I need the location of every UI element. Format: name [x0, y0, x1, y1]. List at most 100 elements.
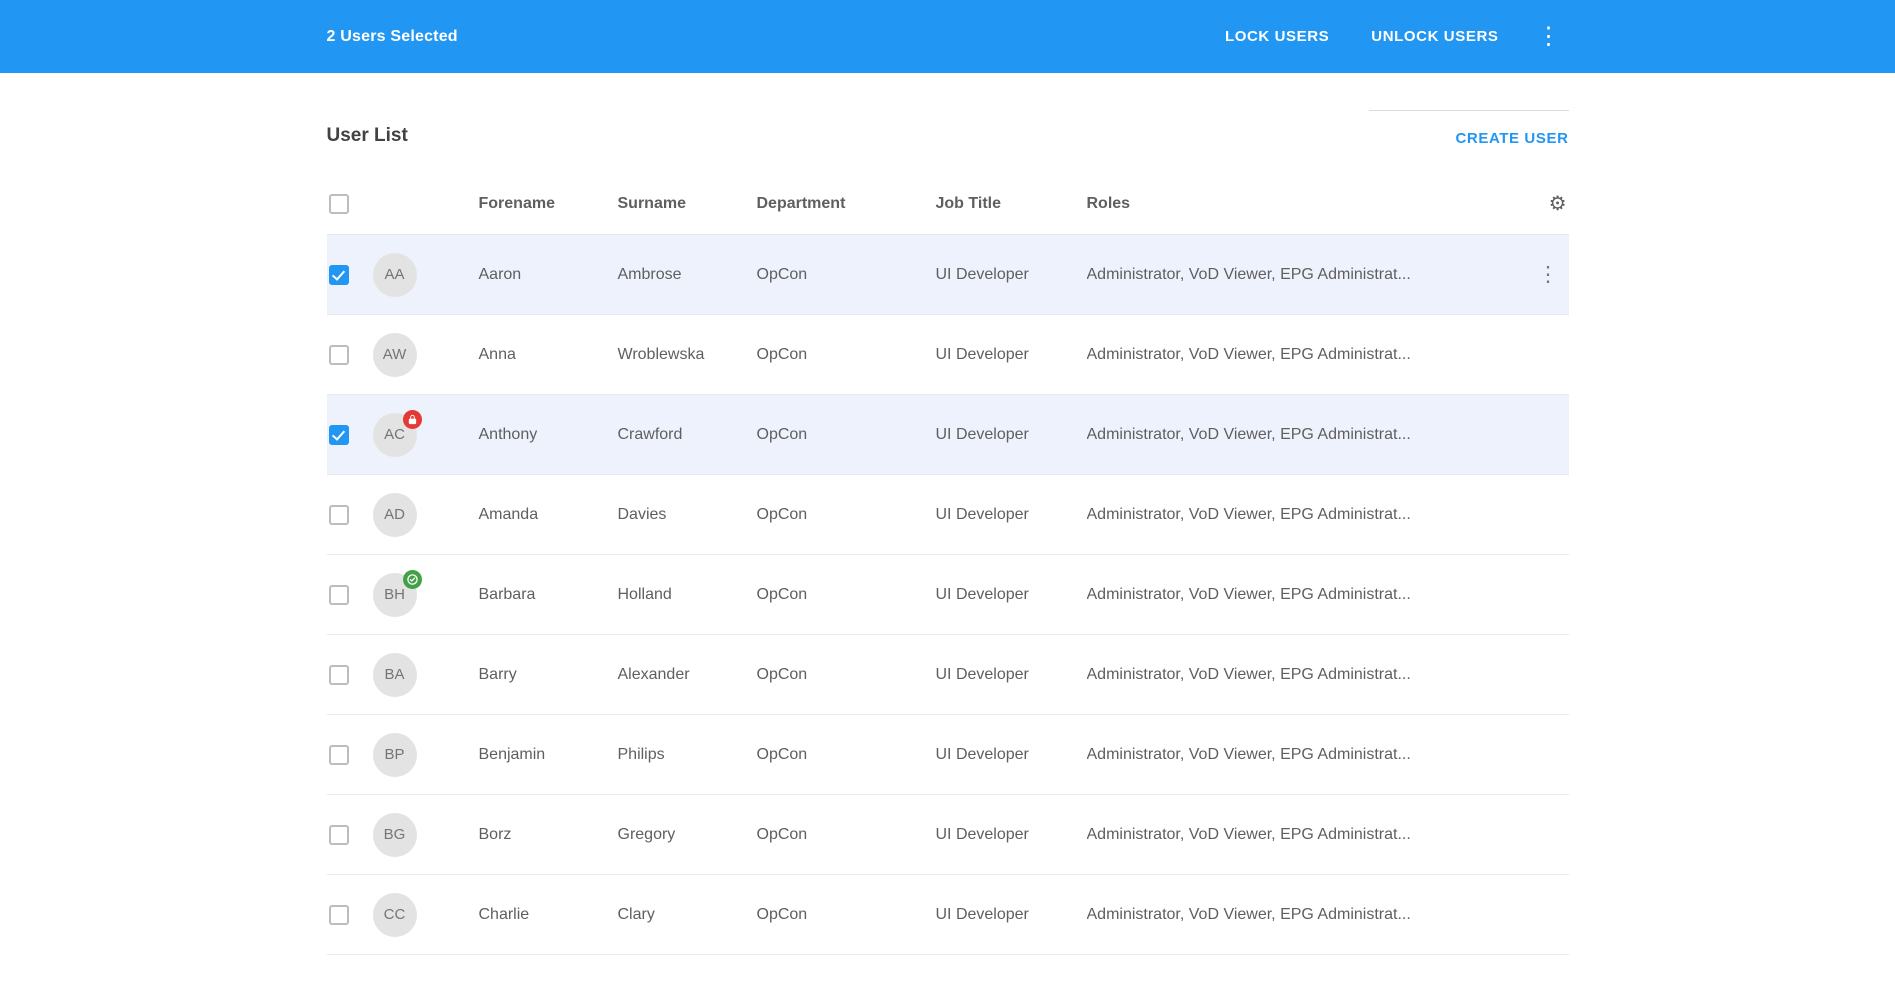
create-user-button[interactable]: CREATE USER — [1456, 130, 1569, 147]
table-row[interactable]: AC Anthony Crawford OpCon UI Developer A… — [327, 395, 1569, 475]
surname-cell: Davies — [618, 506, 757, 524]
avatar: CC — [373, 893, 417, 937]
column-header-department: Department — [757, 195, 936, 213]
avatar: AD — [373, 493, 417, 537]
column-header-surname: Surname — [618, 195, 757, 213]
row-checkbox[interactable] — [329, 425, 349, 445]
avatar-initials: AA — [384, 266, 404, 283]
department-cell: OpCon — [757, 426, 936, 444]
locked-badge-icon — [403, 410, 422, 429]
roles-cell: Administrator, VoD Viewer, EPG Administr… — [1087, 906, 1529, 924]
job-title-cell: UI Developer — [936, 426, 1087, 444]
select-all-checkbox[interactable] — [329, 194, 349, 214]
table-row[interactable]: BA Barry Alexander OpCon UI Developer Ad… — [327, 635, 1569, 715]
avatar: BG — [373, 813, 417, 857]
department-cell: OpCon — [757, 346, 936, 364]
avatar-initials: BG — [384, 826, 406, 843]
avatar: AC — [373, 413, 417, 457]
forename-cell: Borz — [479, 826, 618, 844]
surname-cell: Ambrose — [618, 266, 757, 284]
row-menu-icon[interactable]: ⋮ — [1534, 260, 1569, 289]
gear-icon[interactable]: ⚙ — [1549, 194, 1569, 214]
row-checkbox[interactable] — [329, 825, 349, 845]
main-content: User List CREATE USER Forename Surname D… — [327, 83, 1569, 955]
forename-cell: Barbara — [479, 586, 618, 604]
row-checkbox[interactable] — [329, 265, 349, 285]
row-checkbox[interactable] — [329, 585, 349, 605]
surname-cell: Alexander — [618, 666, 757, 684]
avatar-initials: CC — [384, 906, 406, 923]
department-cell: OpCon — [757, 826, 936, 844]
roles-cell: Administrator, VoD Viewer, EPG Administr… — [1087, 586, 1529, 604]
table-row[interactable]: AD Amanda Davies OpCon UI Developer Admi… — [327, 475, 1569, 555]
lock-users-button[interactable]: LOCK USERS — [1215, 20, 1339, 53]
job-title-cell: UI Developer — [936, 506, 1087, 524]
forename-cell: Aaron — [479, 266, 618, 284]
forename-cell: Benjamin — [479, 746, 618, 764]
surname-cell: Wroblewska — [618, 346, 757, 364]
job-title-cell: UI Developer — [936, 666, 1087, 684]
avatar: BP — [373, 733, 417, 777]
row-checkbox[interactable] — [329, 345, 349, 365]
avatar-initials: BP — [384, 746, 404, 763]
active-badge-icon — [403, 570, 422, 589]
forename-cell: Amanda — [479, 506, 618, 524]
surname-cell: Holland — [618, 586, 757, 604]
kebab-menu-icon[interactable]: ⋮ — [1529, 21, 1569, 53]
table-body: AA Aaron Ambrose OpCon UI Developer Admi… — [327, 235, 1569, 955]
job-title-cell: UI Developer — [936, 906, 1087, 924]
forename-cell: Charlie — [479, 906, 618, 924]
job-title-cell: UI Developer — [936, 586, 1087, 604]
department-cell: OpCon — [757, 906, 936, 924]
job-title-cell: UI Developer — [936, 826, 1087, 844]
surname-cell: Crawford — [618, 426, 757, 444]
row-checkbox[interactable] — [329, 905, 349, 925]
table-row[interactable]: CC Charlie Clary OpCon UI Developer Admi… — [327, 875, 1569, 955]
search-input[interactable] — [1369, 85, 1569, 111]
table-row[interactable]: BG Borz Gregory OpCon UI Developer Admin… — [327, 795, 1569, 875]
table-row[interactable]: BH Barbara Holland OpCon UI Developer Ad… — [327, 555, 1569, 635]
roles-cell: Administrator, VoD Viewer, EPG Administr… — [1087, 506, 1529, 524]
app-bar: 2 Users Selected LOCK USERS UNLOCK USERS… — [0, 0, 1895, 73]
surname-cell: Gregory — [618, 826, 757, 844]
avatar: BA — [373, 653, 417, 697]
row-checkbox[interactable] — [329, 505, 349, 525]
avatar-initials: AW — [383, 346, 407, 363]
table-row[interactable]: BP Benjamin Philips OpCon UI Developer A… — [327, 715, 1569, 795]
surname-cell: Clary — [618, 906, 757, 924]
roles-cell: Administrator, VoD Viewer, EPG Administr… — [1087, 266, 1529, 284]
roles-cell: Administrator, VoD Viewer, EPG Administr… — [1087, 826, 1529, 844]
table-row[interactable]: AA Aaron Ambrose OpCon UI Developer Admi… — [327, 235, 1569, 315]
avatar-initials: AD — [384, 506, 405, 523]
roles-cell: Administrator, VoD Viewer, EPG Administr… — [1087, 426, 1529, 444]
department-cell: OpCon — [757, 266, 936, 284]
row-checkbox[interactable] — [329, 745, 349, 765]
roles-cell: Administrator, VoD Viewer, EPG Administr… — [1087, 666, 1529, 684]
avatar-initials: AC — [384, 426, 405, 443]
surname-cell: Philips — [618, 746, 757, 764]
job-title-cell: UI Developer — [936, 266, 1087, 284]
table-row[interactable]: AW Anna Wroblewska OpCon UI Developer Ad… — [327, 315, 1569, 395]
avatar-initials: BA — [384, 666, 404, 683]
job-title-cell: UI Developer — [936, 746, 1087, 764]
column-header-job-title: Job Title — [936, 195, 1087, 213]
unlock-users-button[interactable]: UNLOCK USERS — [1361, 20, 1508, 53]
department-cell: OpCon — [757, 506, 936, 524]
page-title: User List — [327, 125, 408, 147]
forename-cell: Anna — [479, 346, 618, 364]
department-cell: OpCon — [757, 746, 936, 764]
roles-cell: Administrator, VoD Viewer, EPG Administr… — [1087, 346, 1529, 364]
page-header: User List CREATE USER — [327, 83, 1569, 159]
roles-cell: Administrator, VoD Viewer, EPG Administr… — [1087, 746, 1529, 764]
row-checkbox[interactable] — [329, 665, 349, 685]
avatar-initials: BH — [384, 586, 405, 603]
avatar: AA — [373, 253, 417, 297]
column-header-roles: Roles — [1087, 195, 1529, 213]
forename-cell: Anthony — [479, 426, 618, 444]
column-header-forename: Forename — [479, 195, 618, 213]
forename-cell: Barry — [479, 666, 618, 684]
job-title-cell: UI Developer — [936, 346, 1087, 364]
table-header: Forename Surname Department Job Title Ro… — [327, 173, 1569, 235]
avatar: AW — [373, 333, 417, 377]
selection-count-text: 2 Users Selected — [327, 28, 458, 46]
